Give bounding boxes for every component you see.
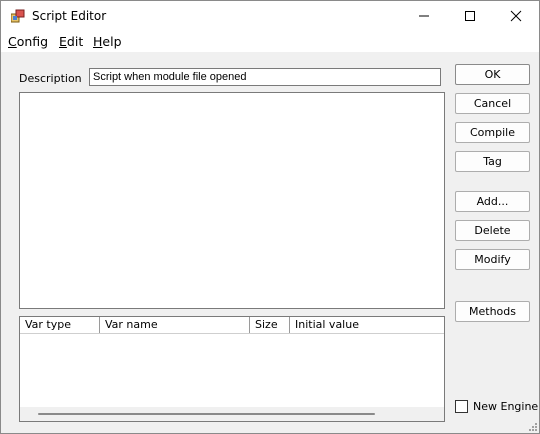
script-editor-window: Script Editor Config Edit Help Descripti… — [0, 0, 540, 434]
close-button[interactable] — [493, 1, 539, 31]
ok-button[interactable]: OK — [455, 64, 530, 85]
description-label: Description — [19, 72, 82, 85]
delete-button[interactable]: Delete — [455, 220, 530, 241]
close-icon — [510, 10, 522, 22]
column-header-size[interactable]: Size — [250, 317, 290, 333]
minimize-icon — [419, 15, 429, 17]
new-engine-checkbox[interactable] — [455, 400, 468, 413]
menu-edit-mnemonic: E — [59, 34, 67, 49]
menu-edit[interactable]: Edit — [59, 34, 83, 49]
add-button[interactable]: Add... — [455, 191, 530, 212]
minimize-button[interactable] — [401, 1, 447, 31]
variables-table[interactable]: Var type Var name Size Initial value — [19, 316, 445, 422]
menu-bar: Config Edit Help — [1, 31, 539, 52]
script-code-area[interactable] — [19, 92, 445, 309]
column-header-var-type[interactable]: Var type — [20, 317, 100, 333]
new-engine-label[interactable]: New Engine — [473, 400, 538, 413]
modify-button[interactable]: Modify — [455, 249, 530, 270]
menu-config-label: onfig — [16, 34, 49, 49]
column-header-initial-value[interactable]: Initial value — [290, 317, 444, 333]
menu-config[interactable]: Config — [8, 34, 48, 49]
menu-help[interactable]: Help — [93, 34, 122, 49]
cancel-button[interactable]: Cancel — [455, 93, 530, 114]
description-field[interactable]: Script when module file opened — [89, 68, 441, 86]
horizontal-scrollbar-thumb[interactable] — [38, 413, 375, 415]
app-icon — [11, 9, 25, 23]
variables-table-header: Var type Var name Size Initial value — [20, 317, 444, 334]
resize-grip-icon[interactable] — [527, 421, 537, 431]
maximize-button[interactable] — [447, 1, 493, 31]
maximize-icon — [465, 11, 475, 21]
menu-edit-label: dit — [66, 34, 84, 49]
tag-button[interactable]: Tag — [455, 151, 530, 172]
menu-config-mnemonic: C — [8, 34, 17, 49]
title-bar[interactable]: Script Editor — [1, 1, 539, 31]
horizontal-scrollbar[interactable] — [20, 407, 444, 421]
menu-help-label: elp — [102, 34, 122, 49]
compile-button[interactable]: Compile — [455, 122, 530, 143]
methods-button[interactable]: Methods — [455, 301, 530, 322]
window-title: Script Editor — [32, 9, 107, 23]
column-header-var-name[interactable]: Var name — [100, 317, 250, 333]
menu-help-mnemonic: H — [93, 34, 103, 49]
